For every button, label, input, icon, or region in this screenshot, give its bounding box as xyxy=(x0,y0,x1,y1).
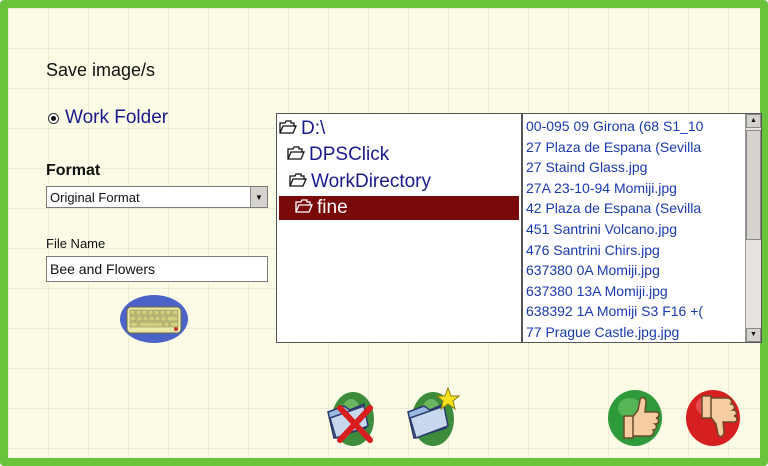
confirm-button[interactable] xyxy=(604,384,670,450)
reject-button[interactable] xyxy=(682,384,748,450)
list-item[interactable]: 27A 23-10-94 Momiji.jpg xyxy=(526,178,744,199)
scroll-up-icon[interactable]: ▲ xyxy=(746,114,761,128)
list-item[interactable]: 42 Plaza de Espana (Sevilla xyxy=(526,198,744,219)
list-item[interactable]: 476 Santrini Chirs.jpg xyxy=(526,240,744,261)
tree-item-drive[interactable]: D:\ xyxy=(279,117,325,141)
format-select[interactable]: Original Format ▼ xyxy=(46,186,268,208)
folder-open-icon xyxy=(295,197,313,219)
list-item[interactable]: 27 Plaza de Espana (Sevilla xyxy=(526,137,744,158)
list-item[interactable]: 638392 1A Momiji S3 F16 +( xyxy=(526,301,744,322)
work-folder-option[interactable]: Work Folder xyxy=(48,107,168,129)
folder-x-icon xyxy=(327,392,374,446)
thumbs-up-icon xyxy=(608,390,662,446)
tree-item-dpsclick[interactable]: DPSClick xyxy=(287,143,389,167)
file-name-input[interactable] xyxy=(46,256,268,282)
folder-open-icon xyxy=(289,171,307,193)
list-item[interactable]: 27 Staind Glass.jpg xyxy=(526,157,744,178)
chevron-down-icon[interactable]: ▼ xyxy=(250,187,267,207)
new-folder-button[interactable] xyxy=(400,384,466,450)
folder-tree[interactable]: D:\ DPSClick WorkDirectory fine xyxy=(276,113,522,343)
list-item[interactable]: 637380 13A Momiji.jpg xyxy=(526,281,744,302)
scrollbar-thumb[interactable] xyxy=(746,130,761,240)
work-folder-label: Work Folder xyxy=(65,107,169,128)
format-label: Format xyxy=(46,162,101,179)
tree-item-label: WorkDirectory xyxy=(311,171,431,192)
list-item[interactable]: 637380 0A Momiji.jpg xyxy=(526,260,744,281)
dialog-frame: Save image/s Work Folder Format Original… xyxy=(0,0,768,466)
folder-open-icon xyxy=(287,144,305,166)
keyboard-icon[interactable] xyxy=(118,293,190,350)
tree-item-label: fine xyxy=(317,197,348,218)
format-selected-value: Original Format xyxy=(50,189,140,205)
file-list-scrollbar[interactable]: ▲ ▼ xyxy=(745,114,761,342)
tree-item-workdirectory[interactable]: WorkDirectory xyxy=(289,170,431,194)
thumbs-down-icon xyxy=(686,390,740,446)
dialog-title: Save image/s xyxy=(46,60,156,80)
tree-item-label: DPSClick xyxy=(309,144,390,165)
list-item[interactable]: 00-095 09 Girona (68 S1_10 xyxy=(526,116,744,137)
tree-item-label: D:\ xyxy=(301,118,326,139)
work-folder-radio[interactable] xyxy=(48,112,59,124)
scroll-down-icon[interactable]: ▼ xyxy=(746,328,761,342)
tree-item-fine[interactable]: fine xyxy=(279,196,519,220)
folder-star-icon xyxy=(407,386,461,446)
file-name-label: File Name xyxy=(46,236,106,251)
folder-open-icon xyxy=(279,118,297,140)
list-item[interactable]: 451 Santrini Volcano.jpg xyxy=(526,219,744,240)
cancel-folder-button[interactable] xyxy=(320,384,386,450)
list-item[interactable]: 77 Prague Castle.jpg.jpg xyxy=(526,322,744,342)
file-list[interactable]: 00-095 09 Girona (68 S1_10 27 Plaza de E… xyxy=(522,113,762,343)
